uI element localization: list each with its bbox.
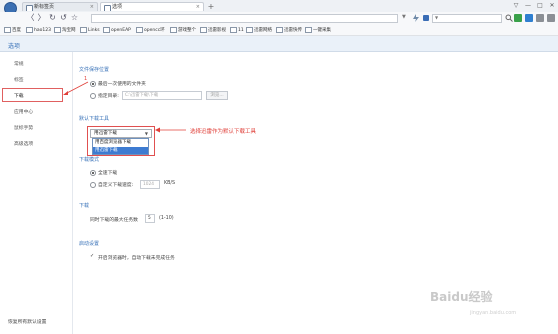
bookmark-item[interactable]: 迅雷网络 (246, 26, 272, 35)
watermark-brand: Baidu经验 (430, 290, 493, 304)
sidebar-item-app-center[interactable]: 应用中心 (14, 108, 33, 115)
max-tasks-field[interactable]: 5 (145, 214, 155, 223)
section-heading-download-mode: 下载模式 (79, 157, 100, 163)
bookmark-icon (200, 26, 207, 33)
sidebar-item-general[interactable]: 常规 (14, 60, 24, 67)
maximize-icon[interactable]: □ (536, 2, 544, 10)
bookmark-item[interactable]: 迅雷影视 (200, 26, 226, 35)
tab-new-tab[interactable]: 新标签页 × (22, 2, 98, 11)
extension-icon[interactable] (514, 14, 522, 22)
bookmark-item[interactable]: 11 (230, 26, 244, 35)
sidebar-item-tabs[interactable]: 标签 (14, 76, 24, 83)
bookmark-item[interactable]: 一键采集 (305, 26, 331, 35)
page-icon (104, 5, 111, 11)
reset-defaults-link[interactable]: 恢复所有默认设置 (8, 318, 46, 325)
bookmark-icon (103, 26, 110, 33)
bookmark-item[interactable]: hao123 (26, 26, 51, 35)
annotation-highlight-box (2, 88, 63, 102)
extension-icon[interactable] (525, 14, 533, 22)
section-heading-default-tool: 默认下载工具 (79, 116, 110, 122)
search-icon[interactable] (505, 14, 513, 22)
close-window-icon[interactable]: ✕ (548, 2, 556, 10)
bookmark-item[interactable]: 百度 (4, 26, 21, 35)
save-path-field[interactable]: C:\迅雷下载\下载 (122, 91, 202, 100)
address-dropdown-icon[interactable]: ▼ (402, 14, 406, 20)
bookmark-item[interactable]: 淘宝网 (54, 26, 76, 35)
option-baidu-browser[interactable]: 用百度浏览器下载 (93, 139, 148, 146)
radio-label: 自定义下载速度: (98, 183, 134, 188)
radio-label: 全速下载 (98, 171, 118, 176)
undo-icon[interactable]: ↺ (59, 13, 68, 23)
forward-icon[interactable]: 〉 (37, 13, 46, 23)
bookmark-icon (4, 26, 11, 33)
option-xunlei[interactable]: 用迅雷下载 (93, 147, 148, 154)
search-engine-icon[interactable] (423, 15, 429, 21)
refresh-icon[interactable]: ↻ (48, 13, 57, 23)
annotation-arrow (63, 81, 89, 95)
radio-custom-folder[interactable] (90, 93, 96, 99)
bookmark-icon (136, 26, 143, 33)
bookmark-item[interactable]: openEAP (103, 26, 131, 35)
lightning-icon[interactable] (412, 14, 420, 22)
bookmark-item[interactable]: 迅雷快传 (276, 26, 302, 35)
download-tool-select[interactable]: 用迅雷下载 ▼ (90, 129, 152, 138)
menu-icon[interactable]: ▽ (512, 2, 520, 10)
sidebar-item-advanced[interactable]: 高级选项 (14, 140, 33, 147)
annotation-arrow (155, 127, 186, 133)
tab-options[interactable]: 选项 × (100, 2, 204, 11)
address-bar[interactable] (91, 14, 398, 23)
close-icon[interactable]: × (90, 3, 94, 11)
bookmark-icon (305, 26, 312, 33)
tab-label: 选项 (112, 4, 123, 10)
page-icon (26, 5, 33, 11)
bookmark-icon (276, 26, 283, 33)
new-tab-button[interactable]: + (206, 2, 216, 11)
resume-checkbox[interactable]: ✓ (90, 254, 95, 259)
sidebar-item-mouse-gestures[interactable]: 鼠标手势 (14, 124, 33, 131)
page-title: 选项 (8, 43, 21, 50)
menu-icon[interactable] (547, 14, 555, 22)
sidebar-item-download[interactable]: 下载 (14, 92, 24, 99)
bookmark-icon (26, 26, 33, 33)
annotation-tip: 选择迅雷作为默认下载工具 (190, 129, 257, 135)
browse-button[interactable]: 浏览... (206, 91, 228, 100)
max-tasks-range: (1-10) (159, 216, 174, 221)
options-header (0, 36, 558, 52)
bookmark-icon (54, 26, 61, 33)
download-tool-options: 用百度浏览器下载 用迅雷下载 (92, 138, 149, 155)
select-value: 用迅雷下载 (94, 131, 117, 136)
speed-unit: KB/S (164, 181, 176, 186)
back-icon[interactable]: 〈 (26, 13, 35, 23)
radio-label: 指定目录: (98, 94, 119, 99)
max-tasks-label: 同时下载的最大任务数 (90, 218, 138, 223)
search-dropdown-icon[interactable]: ▼ (435, 15, 438, 20)
radio-last-folder[interactable] (90, 81, 96, 87)
tab-label: 新标签页 (34, 4, 55, 10)
radio-label: 最后一次使用的文件夹 (98, 82, 146, 87)
radio-custom-speed[interactable] (90, 182, 96, 188)
resume-label: 开启浏览器时，自动下载未完成任务 (98, 256, 175, 261)
bookmark-item[interactable]: opencc环 (136, 26, 165, 35)
radio-full-speed[interactable] (90, 170, 96, 176)
chevron-down-icon: ▼ (144, 131, 148, 136)
bookmark-item[interactable]: Links (80, 26, 100, 35)
tools-icon[interactable] (536, 14, 544, 22)
search-input[interactable]: ▼ (432, 14, 502, 23)
section-heading-startup: 启动设置 (79, 241, 100, 247)
bookmark-icon (246, 26, 253, 33)
watermark-url: jingyan.baidu.com (470, 310, 517, 316)
favorite-icon[interactable]: ☆ (70, 13, 79, 23)
section-heading-download: 下载 (79, 203, 90, 209)
bookmark-icon (80, 26, 87, 33)
speed-field[interactable]: 1024 (140, 180, 160, 189)
bookmark-icon (230, 26, 237, 33)
minimize-icon[interactable]: — (524, 2, 532, 10)
section-heading-save-location: 文件保存位置 (79, 67, 110, 73)
bookmark-item[interactable]: 游戏整个 (170, 26, 196, 35)
bookmark-icon (170, 26, 177, 33)
close-icon[interactable]: × (196, 3, 200, 11)
